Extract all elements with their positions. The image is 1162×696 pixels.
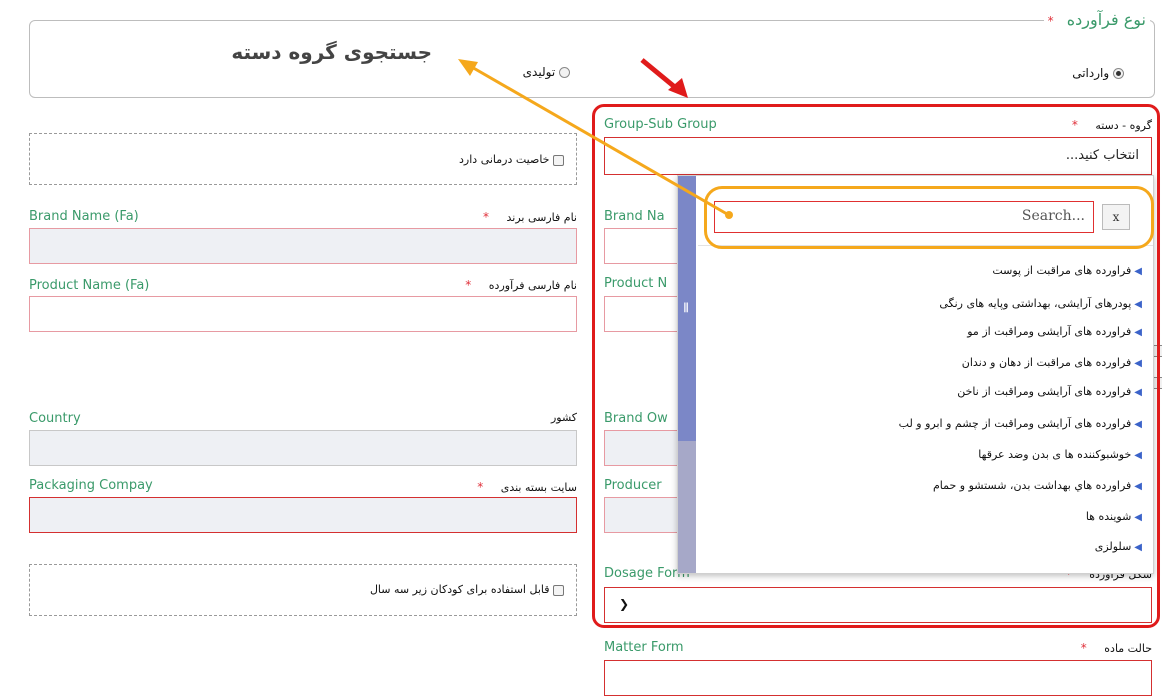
packaging-label-text: سایت بسته بندی xyxy=(500,481,577,494)
kids-label: قابل استفاده برای کودکان زیر سه سال xyxy=(369,583,550,596)
radio-domestic[interactable]: تولیدی xyxy=(523,65,570,79)
therapeutic-label: خاصیت درمانی دارد xyxy=(459,153,550,166)
product-fa-label-fa: نام فارسی فرآورده * xyxy=(465,278,577,292)
therapeutic-checkbox-icon[interactable] xyxy=(553,154,564,166)
product-fa-label-en: Product Name (Fa) xyxy=(29,278,150,293)
product-type-legend-text: نوع فرآورده xyxy=(1066,10,1146,29)
country-label-fa: کشور xyxy=(550,411,577,424)
annotation-search-group: جستجوی گروه دسته xyxy=(231,40,432,64)
required-star: * xyxy=(465,278,472,292)
country-label-en: Country xyxy=(29,411,81,426)
brand-fa-label-text: نام فارسی برند xyxy=(506,211,578,224)
matter-label-en: Matter Form xyxy=(604,640,684,655)
radio-imported-icon[interactable] xyxy=(1113,68,1124,79)
packaging-label-en: Packaging Compay xyxy=(29,478,153,493)
required-star: * xyxy=(1047,14,1054,28)
brand-fa-label-fa: نام فارسی برند * xyxy=(483,210,577,224)
product-type-fieldset xyxy=(29,20,1155,98)
product-name-fa-field[interactable] xyxy=(29,296,577,332)
radio-imported[interactable]: وارداتی xyxy=(1072,66,1124,80)
product-fa-label-text: نام فارسی فرآورده xyxy=(488,279,577,292)
radio-domestic-icon[interactable] xyxy=(559,67,570,78)
radio-imported-label: وارداتی xyxy=(1072,66,1110,80)
required-star: * xyxy=(477,480,484,494)
required-star: * xyxy=(483,210,489,224)
required-star: * xyxy=(1080,641,1087,655)
kids-checkbox-icon[interactable] xyxy=(553,584,564,596)
brand-fa-label-en: Brand Name (Fa) xyxy=(29,209,139,224)
kids-checkbox[interactable]: قابل استفاده برای کودکان زیر سه سال xyxy=(370,583,564,596)
matter-select[interactable] xyxy=(604,660,1152,696)
matter-label-fa: حالت ماده * xyxy=(1081,641,1152,655)
brand-name-fa-field[interactable] xyxy=(29,228,577,264)
matter-label-text: حالت ماده xyxy=(1104,642,1152,655)
packaging-label-fa: سایت بسته بندی * xyxy=(477,480,577,494)
red-highlight-box xyxy=(592,104,1160,628)
country-field[interactable] xyxy=(29,430,577,466)
radio-domestic-label: تولیدی xyxy=(522,65,556,79)
packaging-field[interactable] xyxy=(29,497,577,533)
orange-highlight-box xyxy=(704,186,1154,249)
product-type-legend: نوع فرآورده * xyxy=(1043,10,1150,29)
therapeutic-checkbox[interactable]: خاصیت درمانی دارد xyxy=(459,153,564,166)
